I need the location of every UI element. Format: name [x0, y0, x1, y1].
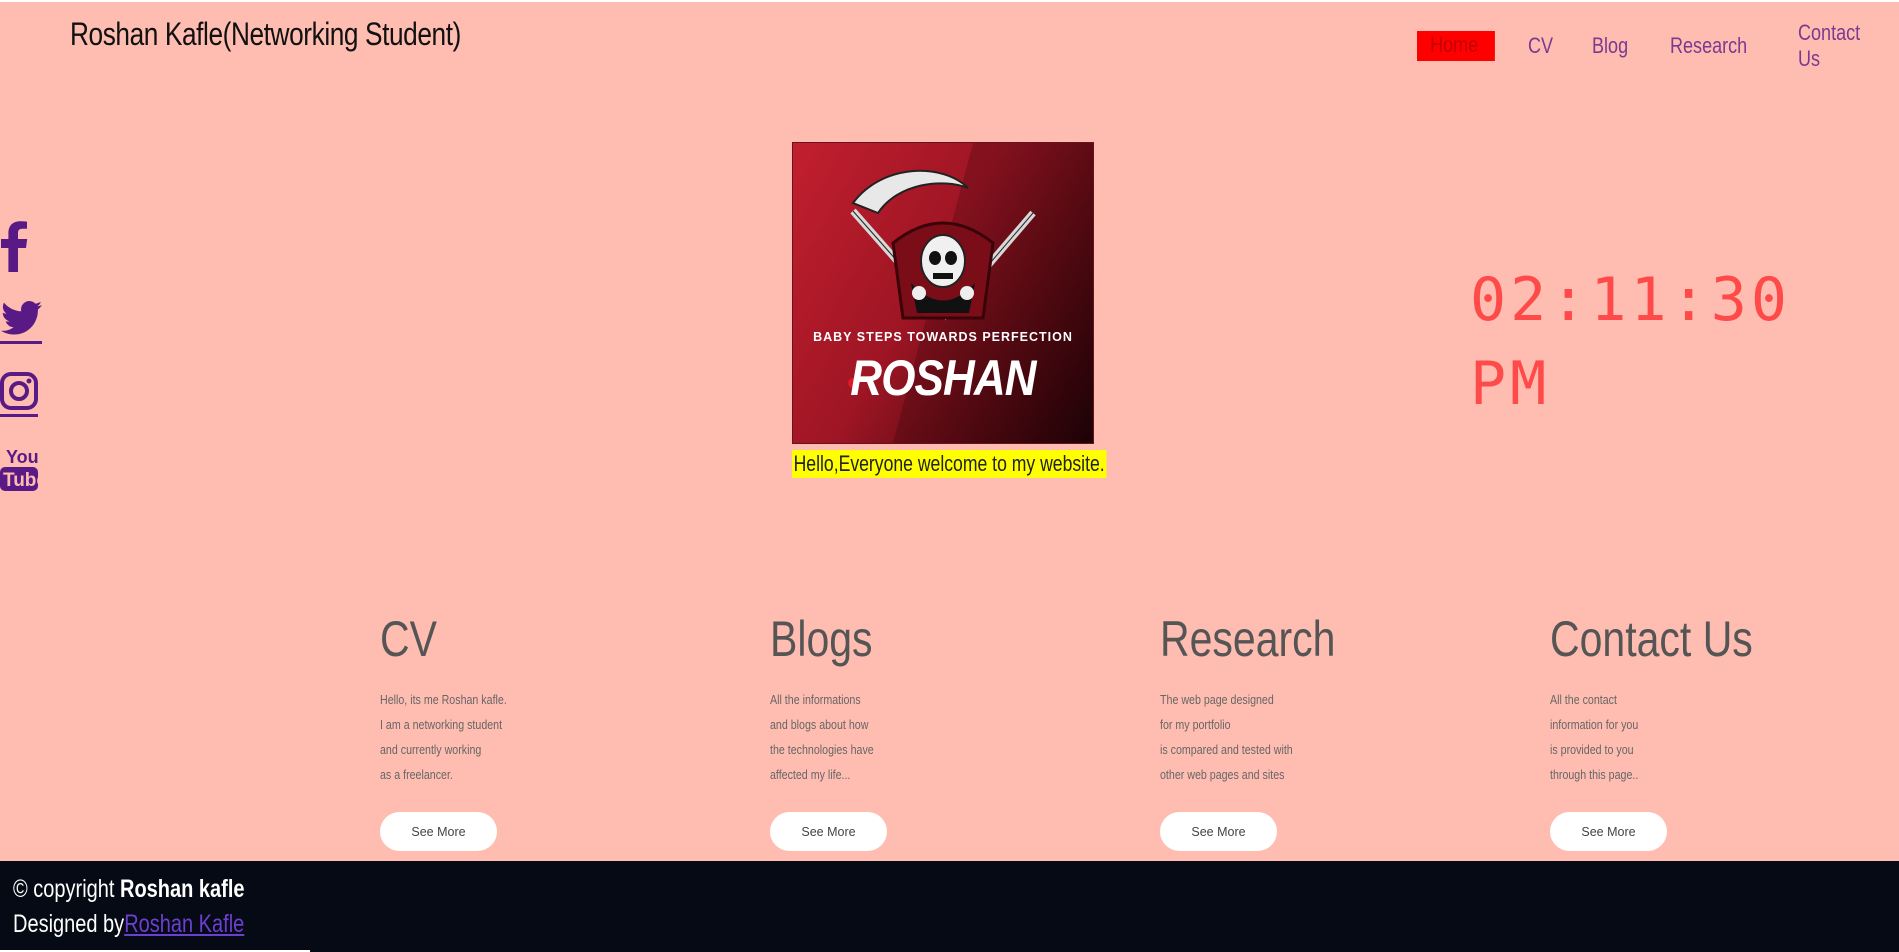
nav-contact-us[interactable]: Contact Us — [1798, 20, 1880, 72]
nav-blog[interactable]: Blog — [1592, 33, 1628, 59]
card-description-line: through this page.. — [1550, 767, 1639, 782]
copyright-text: © copyright Roshan kafle — [13, 875, 245, 904]
designed-by-prefix: Designed by — [13, 910, 125, 938]
card-description-line: affected my life... — [770, 767, 851, 782]
top-border — [0, 0, 1899, 2]
copyright-prefix: © copyright — [13, 875, 115, 903]
card-description-line: the technologies have — [770, 742, 874, 757]
nav-home[interactable]: Home — [1417, 31, 1495, 61]
card-description-line: is compared and tested with — [1160, 742, 1293, 757]
card-description: Hello, its me Roshan kafle. I am a netwo… — [380, 687, 680, 787]
card-title: CV — [380, 611, 437, 667]
copyright-name: Roshan kafle — [120, 875, 245, 903]
card-description-line: is provided to you — [1550, 742, 1634, 757]
card-description-line: Hello, its me Roshan kafle. — [380, 692, 507, 707]
card-description-line: I am a networking student — [380, 717, 503, 732]
card-description-line: and currently working — [380, 742, 482, 757]
twitter-icon[interactable] — [0, 299, 44, 350]
card-description-line: The web page designed — [1160, 692, 1274, 707]
logo-tagline: BABY STEPS TOWARDS PERFECTION — [813, 330, 1073, 344]
card-description-line: information for you — [1550, 717, 1639, 732]
see-more-button[interactable]: See More — [1160, 812, 1277, 851]
card-description: All the informations and blogs about how… — [770, 687, 1070, 787]
card-description-line: as a freelancer. — [380, 767, 453, 782]
card-blogs: Blogs All the informations and blogs abo… — [770, 605, 1070, 851]
card-cv: CV Hello, its me Roshan kafle. I am a ne… — [380, 605, 680, 851]
clock-time: 02:11:30 — [1470, 265, 1791, 335]
card-title: Contact Us — [1550, 611, 1753, 667]
card-description: All the contact information for you is p… — [1550, 687, 1850, 787]
see-more-button[interactable]: See More — [1550, 812, 1667, 851]
facebook-icon[interactable] — [0, 220, 44, 277]
card-description-line: and blogs about how — [770, 717, 869, 732]
card-description: The web page designed for my portfolio i… — [1160, 687, 1460, 787]
main-nav: Home CV Blog Research Contact Us — [1417, 20, 1899, 72]
designer-link[interactable]: Roshan Kafle — [124, 910, 244, 938]
welcome-message: Hello,Everyone welcome to my website. — [792, 450, 1107, 478]
card-contact-us: Contact Us All the contact information f… — [1550, 605, 1850, 851]
nav-cv[interactable]: CV — [1528, 33, 1553, 59]
card-title: Blogs — [770, 611, 873, 667]
footer: © copyright Roshan kafle Designed byRosh… — [0, 861, 1899, 952]
logo-name: ROSHAN — [850, 350, 1036, 406]
instagram-icon[interactable] — [0, 372, 44, 423]
site-title: Roshan Kafle(Networking Student) — [70, 16, 461, 52]
card-description-line: other web pages and sites — [1160, 767, 1285, 782]
youtube-icon[interactable]: You Tube — [0, 445, 47, 498]
card-research: Research The web page designed for my po… — [1160, 605, 1460, 851]
social-links: You Tube — [0, 220, 47, 520]
card-description-line: for my portfolio — [1160, 717, 1231, 732]
designed-by-text: Designed byRoshan Kafle — [13, 910, 244, 939]
svg-text:Tube: Tube — [3, 470, 40, 491]
profile-logo: BABY STEPS TOWARDS PERFECTION ROSHAN — [792, 142, 1094, 444]
nav-research[interactable]: Research — [1670, 33, 1747, 59]
see-more-button[interactable]: See More — [770, 812, 887, 851]
svg-text:You: You — [6, 447, 39, 467]
clock-meridiem: PM — [1470, 349, 1551, 419]
card-description-line: All the contact — [1550, 692, 1617, 707]
see-more-button[interactable]: See More — [380, 812, 497, 851]
card-description-line: All the informations — [770, 692, 861, 707]
digital-clock: 02:11:30 PM — [1470, 258, 1810, 426]
card-title: Research — [1160, 611, 1336, 667]
